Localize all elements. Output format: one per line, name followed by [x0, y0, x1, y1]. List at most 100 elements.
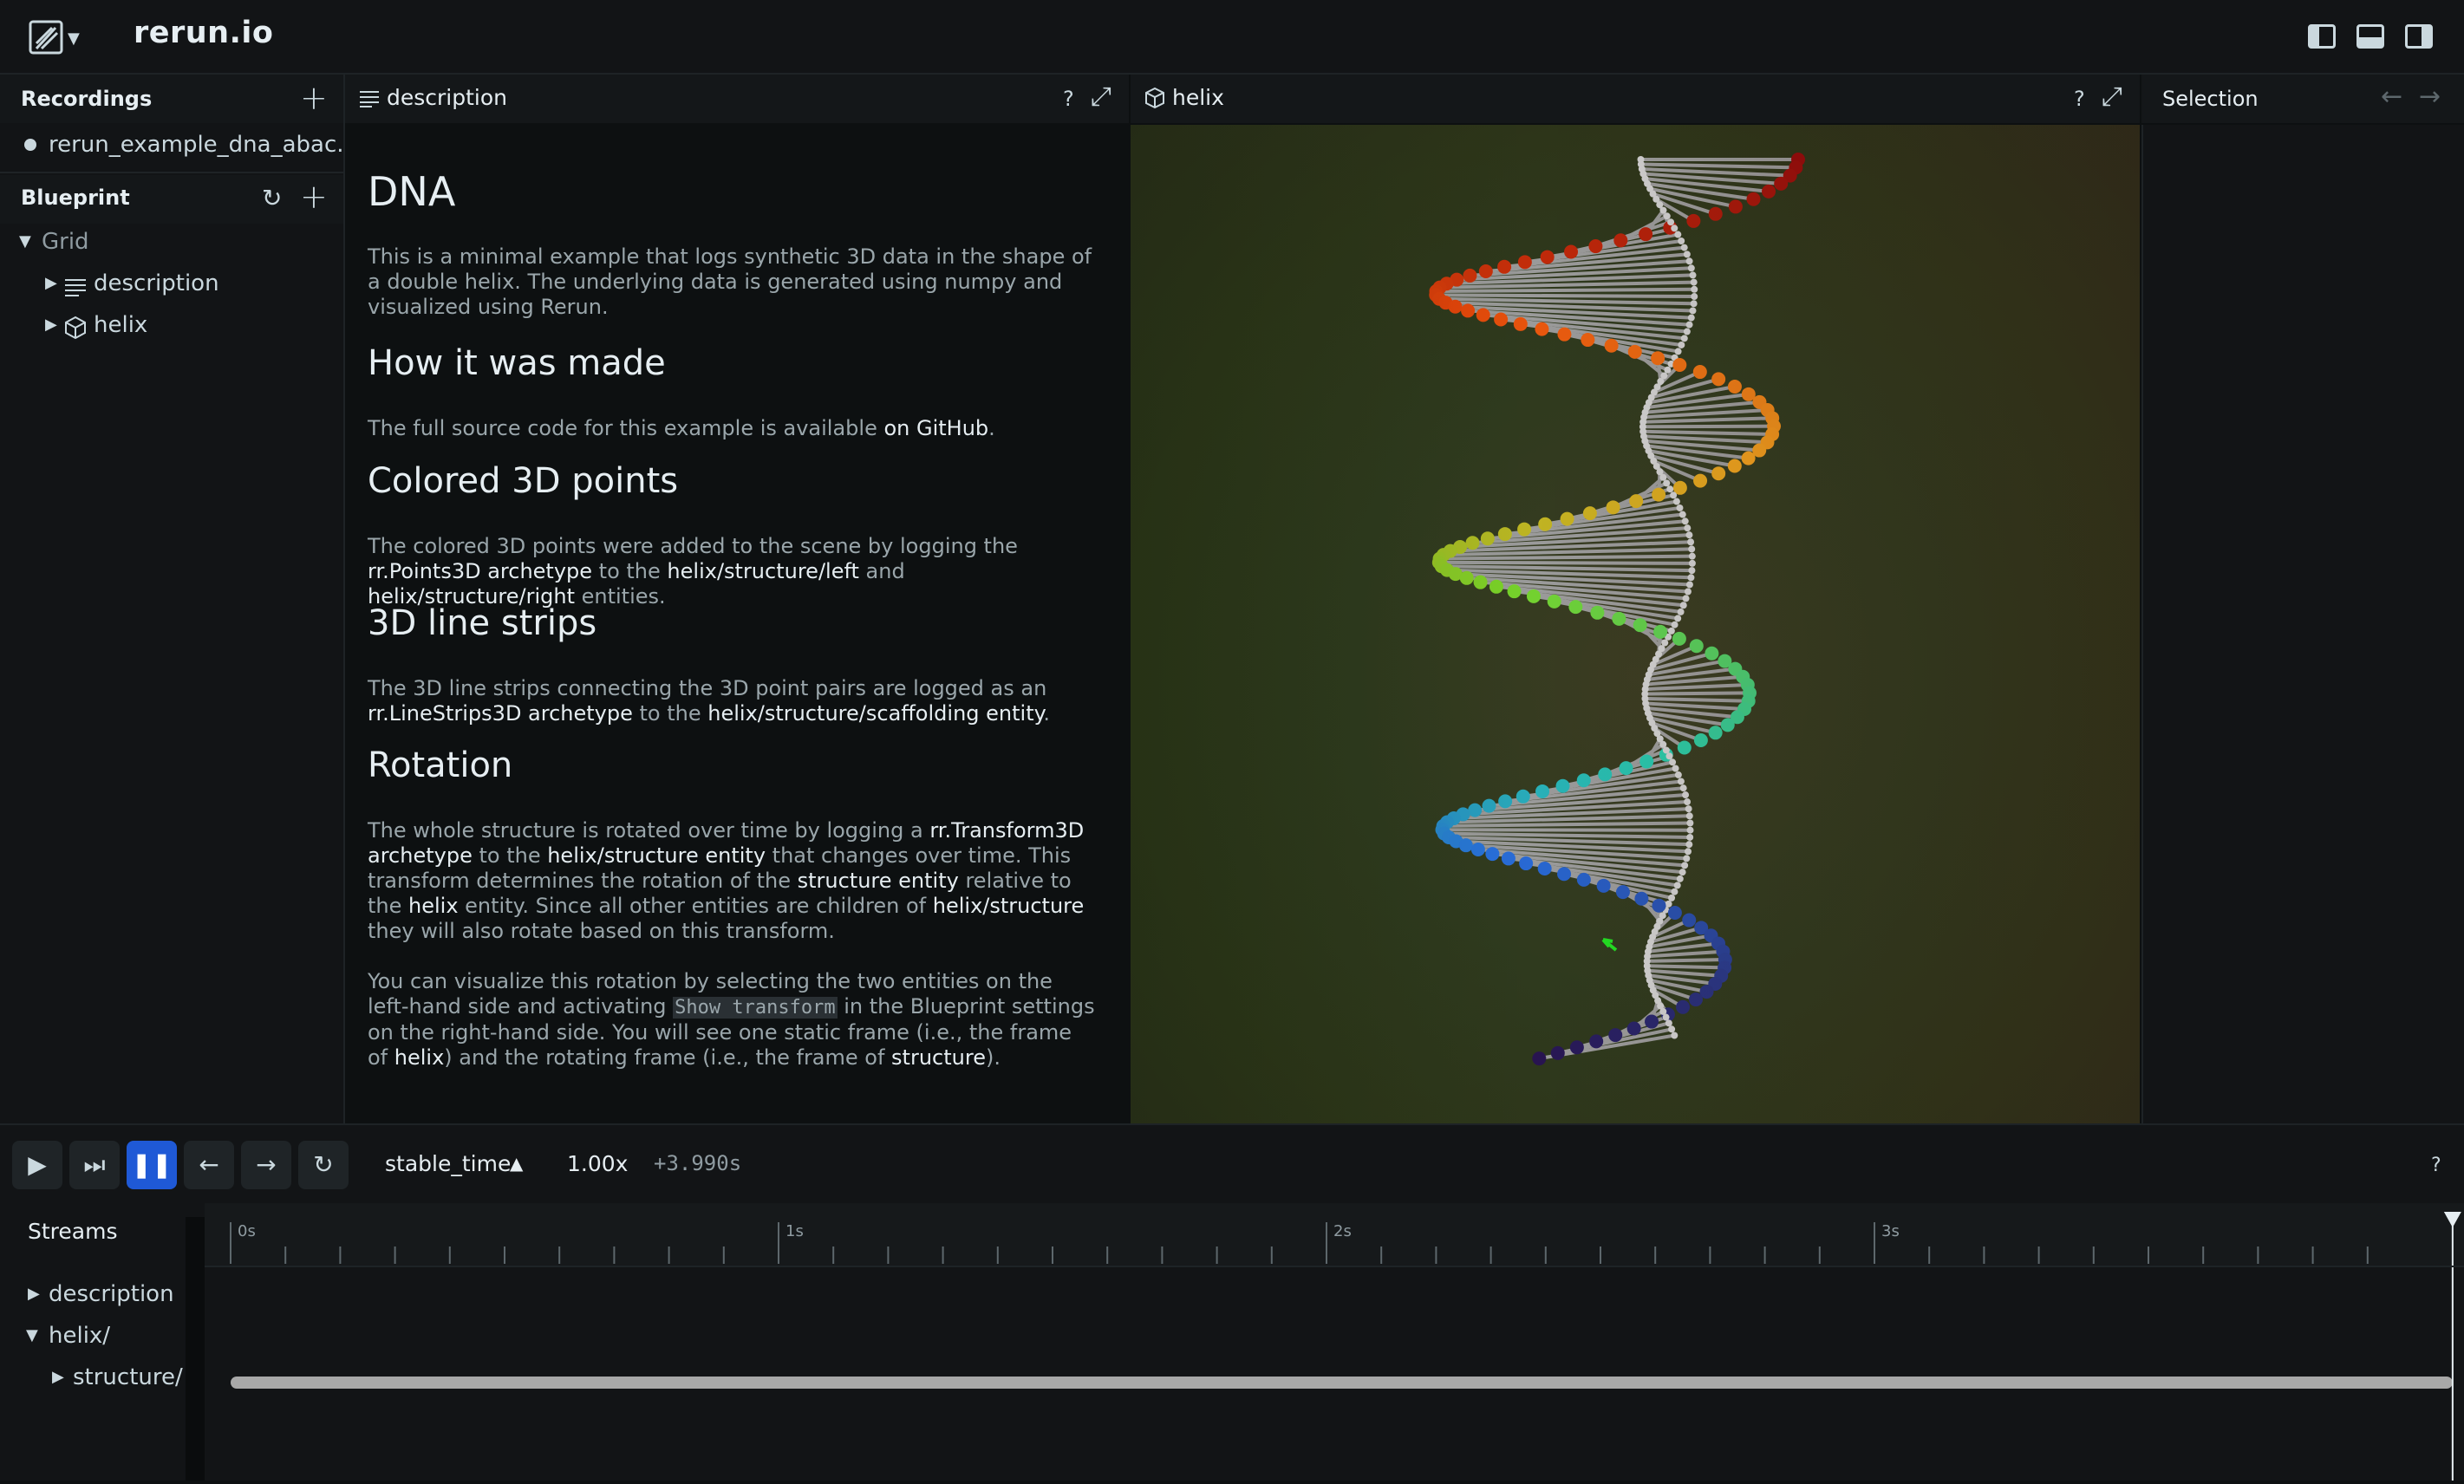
- helix-point: [1679, 869, 1686, 875]
- add-recording-button[interactable]: +: [300, 81, 328, 114]
- helix-point: [1535, 784, 1549, 798]
- helix-point: [1608, 1028, 1622, 1042]
- description-label: description: [94, 270, 219, 296]
- helix-point: [1628, 345, 1642, 359]
- scaffolding-line: [1647, 966, 1724, 967]
- md-paragraph: You can visualize this rotation by selec…: [368, 969, 1096, 1071]
- helix-point: [1688, 545, 1695, 552]
- helix-point: [1463, 269, 1476, 283]
- tree-item-helix[interactable]: ▶ helix: [0, 307, 343, 348]
- helix-point: [1669, 758, 1676, 765]
- stream-item-description[interactable]: ▶ description: [0, 1276, 186, 1314]
- md-heading-made: How it was made: [368, 343, 666, 383]
- scaffolding-line: [1444, 823, 1691, 825]
- help-icon[interactable]: ?: [2074, 87, 2085, 111]
- helix-point: [1476, 308, 1490, 322]
- help-icon[interactable]: ?: [2431, 1155, 2441, 1176]
- helix-point: [1681, 244, 1688, 251]
- helix-render[interactable]: [1131, 125, 2140, 1123]
- helix-point: [1590, 606, 1604, 620]
- helix-point: [1729, 199, 1743, 213]
- md-text: to the: [633, 701, 707, 726]
- toggle-left-panel-icon[interactable]: [2308, 24, 2336, 49]
- step-forward-button[interactable]: ⏭: [69, 1141, 120, 1189]
- loop-button[interactable]: ↻: [298, 1141, 349, 1189]
- helix-point: [1670, 491, 1677, 498]
- helix-point: [1689, 560, 1696, 567]
- chevron-right-icon[interactable]: ▶: [28, 1285, 40, 1303]
- helix-point: [1664, 212, 1671, 219]
- helix-point: [1639, 755, 1653, 769]
- rerun-logo-icon[interactable]: [28, 19, 64, 55]
- selection-header: Selection ← →: [2141, 75, 2464, 123]
- helix-point: [1538, 862, 1552, 875]
- helix-point: [1675, 348, 1682, 355]
- pause-button[interactable]: ❚❚: [127, 1141, 177, 1189]
- helix-point: [1682, 517, 1689, 524]
- play-button[interactable]: ▶: [12, 1141, 62, 1189]
- helix-point: [1633, 618, 1647, 632]
- toggle-bottom-panel-icon[interactable]: [2356, 24, 2384, 49]
- helix-point: [1688, 264, 1695, 271]
- github-link[interactable]: on GitHub: [883, 416, 988, 440]
- helix-point: [1556, 779, 1570, 793]
- chevron-down-icon[interactable]: ▼: [26, 1326, 38, 1344]
- helix-point: [1672, 765, 1679, 772]
- step-back-button[interactable]: ←: [184, 1141, 234, 1189]
- md-bold: helix: [408, 894, 459, 918]
- chevron-right-icon[interactable]: ▶: [52, 1368, 64, 1386]
- helix-point: [1686, 257, 1693, 264]
- tab-helix[interactable]: helix: [1172, 85, 1224, 110]
- playback-speed[interactable]: 1.00x: [567, 1151, 628, 1176]
- helix-point: [1541, 251, 1555, 264]
- scaffolding-line: [1440, 556, 1692, 559]
- track-render: [205, 1267, 2464, 1481]
- stream-item-helix[interactable]: ▼ helix/: [0, 1318, 186, 1356]
- ruler-tick-label: 0s: [238, 1222, 256, 1240]
- add-view-button[interactable]: +: [300, 180, 328, 213]
- helix-point: [1690, 271, 1697, 278]
- helix-point: [1711, 466, 1725, 480]
- helix-point: [1651, 351, 1665, 365]
- chevron-right-icon[interactable]: ▶: [45, 316, 57, 334]
- reset-blueprint-icon[interactable]: ↻: [262, 184, 282, 212]
- maximize-icon[interactable]: ⤢: [1091, 81, 1111, 112]
- helix-3d-viewport[interactable]: [1131, 125, 2140, 1123]
- helix-point: [1693, 365, 1707, 379]
- scaffolding-line: [1436, 290, 1694, 291]
- step-next-button[interactable]: →: [241, 1141, 291, 1189]
- text-icon: [64, 277, 87, 296]
- menu-caret-icon[interactable]: ▼: [68, 29, 80, 48]
- helix-point: [1516, 790, 1530, 804]
- caret-up-icon[interactable]: ▲: [510, 1153, 523, 1174]
- arrow-right-icon[interactable]: →: [2419, 81, 2441, 112]
- time-ruler[interactable]: 0s1s2s3s: [205, 1203, 2464, 1267]
- recording-label: rerun_example_dna_abac...: [49, 132, 358, 158]
- chevron-right-icon[interactable]: ▶: [45, 274, 57, 292]
- arrow-left-icon[interactable]: ←: [2381, 81, 2402, 112]
- tab-description[interactable]: description: [387, 85, 507, 110]
- tree-item-description[interactable]: ▶ description: [0, 265, 343, 307]
- md-bold: rr.LineStrips3D archetype: [368, 701, 633, 726]
- helix-point: [1471, 843, 1485, 856]
- time-offset[interactable]: +3.990s: [654, 1151, 741, 1175]
- structure-event-bar[interactable]: [231, 1377, 2453, 1389]
- helix-point: [1498, 794, 1512, 808]
- tree-grid[interactable]: ▼ Grid: [0, 224, 343, 265]
- timeline-tracks[interactable]: [205, 1267, 2464, 1481]
- helix-point: [1693, 474, 1707, 488]
- helix-point: [1627, 1021, 1641, 1035]
- toggle-right-panel-icon[interactable]: [2405, 24, 2433, 49]
- description-tab-bar: description ? ⤢: [345, 75, 1129, 123]
- md-text: ) and the rotating frame (i.e., the fram…: [444, 1045, 891, 1070]
- stream-item-structure[interactable]: ▶ structure/: [0, 1359, 186, 1397]
- timeline-selector[interactable]: stable_time: [385, 1151, 511, 1176]
- chevron-down-icon[interactable]: ▼: [19, 232, 31, 251]
- maximize-icon[interactable]: ⤢: [2102, 81, 2122, 112]
- helix-point: [1671, 1032, 1678, 1038]
- timeline-gutter[interactable]: [186, 1217, 205, 1481]
- top-bar: ▼ rerun.io: [0, 0, 2464, 75]
- help-icon[interactable]: ?: [1063, 87, 1074, 111]
- md-text: The colored 3D points were added to the …: [368, 534, 1018, 558]
- helix-point: [1680, 784, 1687, 791]
